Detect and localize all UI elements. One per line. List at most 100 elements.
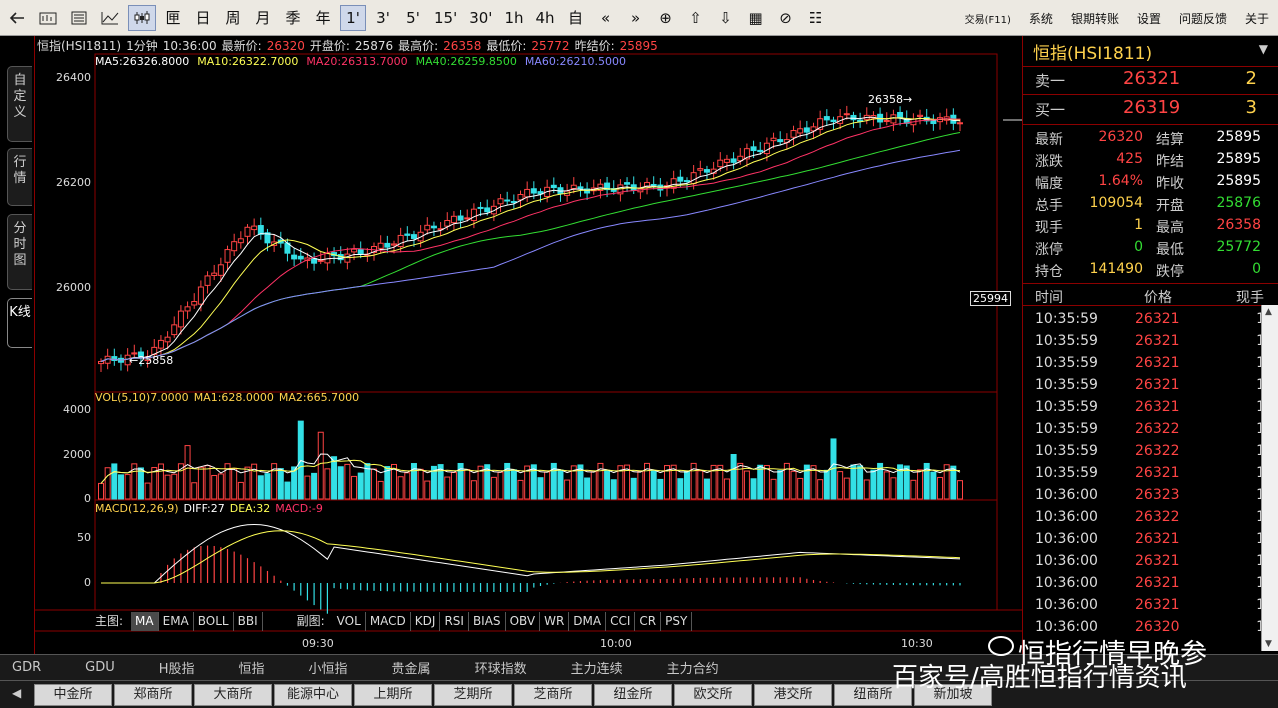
period-button[interactable]: 1': [340, 4, 366, 31]
period-button[interactable]: 4h: [532, 5, 559, 31]
main-chart-label: 主图:: [95, 614, 124, 628]
nav-button-icon[interactable]: ⊕: [653, 5, 679, 31]
scroll-down-icon[interactable]: ▼: [1265, 639, 1272, 649]
scroll-up-icon[interactable]: ▲: [1265, 307, 1272, 317]
sub-indicator-tab[interactable]: BIAS: [469, 612, 506, 631]
sub-indicator-tab[interactable]: CCI: [606, 612, 636, 631]
volume-bar: [171, 473, 178, 500]
volume-bar: [650, 470, 657, 500]
period-button[interactable]: 日: [190, 5, 216, 31]
market-tab[interactable]: GDU: [73, 660, 127, 675]
nav-button-icon[interactable]: ☷: [803, 5, 829, 31]
menu-item[interactable]: 问题反馈: [1179, 10, 1227, 27]
header-low: 25772: [531, 39, 570, 53]
bid-row[interactable]: 买一 26319 3: [1023, 95, 1278, 123]
volume-bar: [237, 481, 244, 500]
ticks-scrollbar[interactable]: ▲ ▼: [1261, 305, 1278, 651]
tick-time: 10:36:00: [1035, 575, 1098, 591]
market-tab[interactable]: 小恒指: [297, 658, 360, 677]
dropdown-arrow-icon[interactable]: ▼: [1259, 42, 1268, 56]
period-button[interactable]: 月: [250, 5, 276, 31]
menu-trade[interactable]: 交易(F11): [965, 11, 1011, 26]
market-tab[interactable]: 环球指数: [463, 658, 539, 677]
main-indicator-tab[interactable]: BBI: [234, 612, 263, 631]
sub-indicator-tab[interactable]: RSI: [440, 612, 469, 631]
period-button[interactable]: 3': [370, 5, 396, 31]
period-button[interactable]: 自: [563, 5, 589, 31]
nav-button-icon[interactable]: ⇧: [683, 5, 709, 31]
quote-title[interactable]: 恒指(HSI1811): [1033, 39, 1152, 64]
menu-item[interactable]: 设置: [1137, 10, 1161, 27]
period-button[interactable]: 周: [220, 5, 246, 31]
exchange-button[interactable]: 欧交所: [674, 683, 752, 706]
sub-indicator-tab[interactable]: KDJ: [411, 612, 441, 631]
sub-indicator-tab[interactable]: OBV: [506, 612, 541, 631]
exchange-button[interactable]: 能源中心: [274, 683, 352, 706]
kline-icon[interactable]: [128, 4, 156, 31]
main-indicator-tab[interactable]: BOLL: [194, 612, 234, 631]
exchange-button[interactable]: 大商所: [194, 683, 272, 706]
sub-indicator-tab[interactable]: PSY: [661, 612, 693, 631]
periods-icon[interactable]: [34, 5, 62, 31]
sub-indicator-tab[interactable]: DMA: [569, 612, 607, 631]
sub-indicator-tab[interactable]: VOL: [333, 612, 366, 631]
line-chart-icon[interactable]: [96, 5, 124, 31]
main-indicator-tab[interactable]: EMA: [159, 612, 194, 631]
period-button[interactable]: 1h: [500, 5, 527, 31]
candle-body: [98, 361, 104, 365]
sub-indicator-tab[interactable]: MACD: [366, 612, 411, 631]
kline-chart[interactable]: 恒指(HSI1811) 1分钟 10:36:00 最新价: 26320 开盘价: 25876…: [34, 36, 1023, 654]
nav-button-icon[interactable]: »: [623, 5, 649, 31]
tick-time: 10:35:59: [1035, 333, 1098, 349]
exchange-button[interactable]: 纽金所: [594, 683, 672, 706]
market-tab[interactable]: 贵金属: [380, 658, 443, 677]
period-button[interactable]: 匣: [160, 5, 186, 31]
market-tab[interactable]: 主力连续: [559, 658, 635, 677]
menu-item[interactable]: 系统: [1029, 10, 1053, 27]
tick-price: 26321: [1135, 333, 1180, 349]
market-tab[interactable]: GDR: [0, 660, 53, 675]
left-tab[interactable]: 分时图: [7, 214, 32, 290]
chart-canvas[interactable]: [35, 36, 1023, 654]
volume-bar: [910, 479, 917, 500]
list-icon[interactable]: [66, 5, 92, 31]
candle-body: [530, 188, 537, 194]
market-tab[interactable]: 主力合约: [655, 658, 731, 677]
nav-button-icon[interactable]: ⇩: [713, 5, 739, 31]
back-arrow-icon[interactable]: [4, 5, 30, 31]
menu-item[interactable]: 关于: [1245, 10, 1269, 27]
period-button[interactable]: 30': [465, 5, 496, 31]
volume-bar: [311, 472, 318, 500]
period-button[interactable]: 5': [400, 5, 426, 31]
left-tab[interactable]: K线: [7, 298, 32, 348]
high-marker: 26358→: [868, 93, 913, 106]
period-button[interactable]: 季: [280, 5, 306, 31]
candle-body: [351, 248, 358, 253]
exchange-button[interactable]: 中金所: [34, 683, 112, 706]
exchange-button[interactable]: 郑商所: [114, 683, 192, 706]
candle-body: [244, 226, 251, 237]
market-tab[interactable]: 恒指: [227, 658, 277, 677]
nav-button-icon[interactable]: ⊘: [773, 5, 799, 31]
stat-key: 幅度: [1035, 176, 1063, 192]
sub-indicator-tab[interactable]: CR: [635, 612, 662, 631]
stat-value: 26358: [1216, 217, 1261, 233]
period-button[interactable]: 15': [430, 5, 461, 31]
menu-item[interactable]: 银期转账: [1071, 10, 1119, 27]
main-indicator-tab[interactable]: MA: [131, 612, 159, 631]
exchange-button[interactable]: 芝商所: [514, 683, 592, 706]
exchange-button[interactable]: 芝期所: [434, 683, 512, 706]
nav-button-icon[interactable]: «: [593, 5, 619, 31]
period-button[interactable]: 年: [310, 5, 336, 31]
nav-button-icon[interactable]: ▦: [743, 5, 769, 31]
exchange-button[interactable]: 上期所: [354, 683, 432, 706]
ask-row[interactable]: 卖一 26321 2: [1023, 66, 1278, 94]
sub-indicator-tab[interactable]: WR: [540, 612, 570, 631]
left-tab[interactable]: 自定义: [7, 66, 32, 142]
candle-body: [191, 301, 198, 306]
left-tab[interactable]: 行情: [7, 148, 32, 206]
exchange-button[interactable]: 港交所: [754, 683, 832, 706]
market-tab[interactable]: H股指: [147, 658, 207, 677]
expand-triangle-icon[interactable]: ◀: [12, 686, 21, 700]
volume-bar: [590, 471, 597, 500]
